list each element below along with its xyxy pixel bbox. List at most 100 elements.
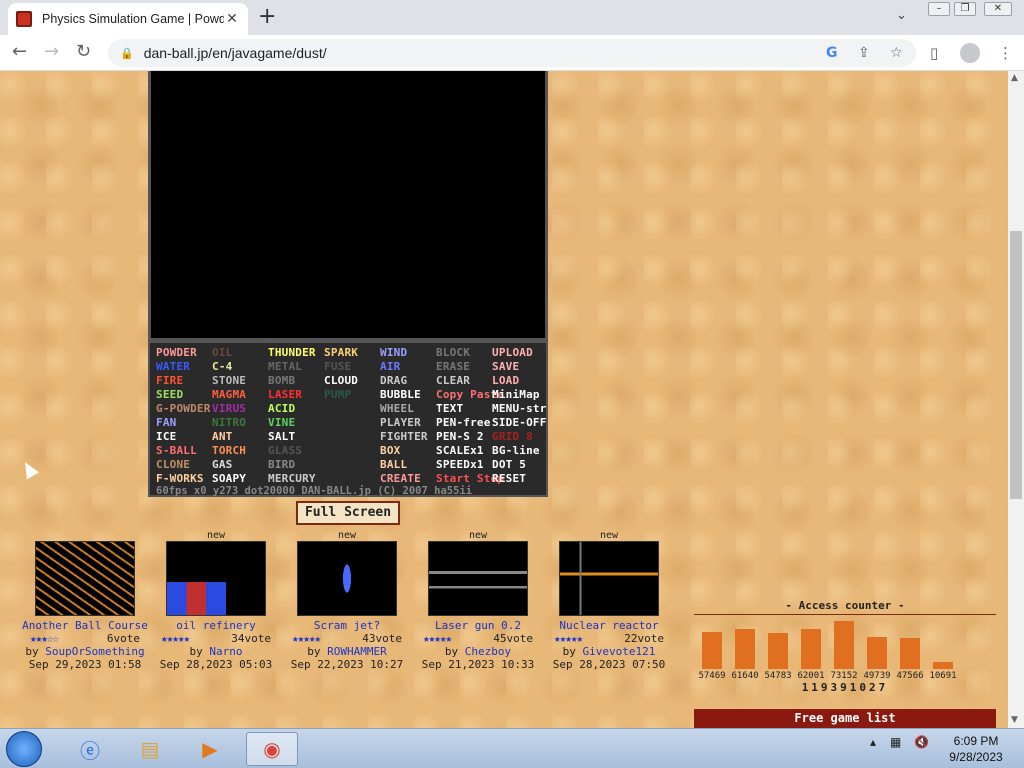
menu-item-bomb[interactable]: BOMB [268,374,295,387]
scroll-up-icon[interactable]: ▲ [1011,73,1018,83]
game-title-link[interactable]: Scram jet? [282,619,412,632]
menu-item-bird[interactable]: BIRD [268,458,295,471]
menu-item-metal[interactable]: METAL [268,360,302,373]
menu-item-block[interactable]: BLOCK [436,346,470,359]
menu-item-fuse[interactable]: FUSE [324,360,351,373]
menu-item-torch[interactable]: TORCH [212,444,246,457]
menu-kebab-icon[interactable]: ⋮ [998,44,1013,62]
close-tab-icon[interactable]: ✕ [224,11,240,27]
menu-item-wind[interactable]: WIND [380,346,407,359]
menu-item-virus[interactable]: VIRUS [212,402,246,415]
menu-item-c-4[interactable]: C-4 [212,360,232,373]
menu-item-fan[interactable]: FAN [156,416,176,429]
file-explorer-icon[interactable]: ▤ [124,732,176,766]
game-title-link[interactable]: Laser gun 0.2 [413,619,543,632]
menu-item-clone[interactable]: CLONE [156,458,190,471]
game-card[interactable]: new Scram jet? ★★★★★ 43vote by ROWHAMMER Sep … [282,531,412,672]
author-link[interactable]: ROWHAMMER [327,645,387,658]
menu-item-thunder[interactable]: THUNDER [268,346,316,359]
game-card[interactable]: new oil refinery ★★★★★ 34vote by Narno Sep 28… [151,531,281,672]
game-thumbnail[interactable] [297,541,397,616]
menu-item-menu-str[interactable]: MENU-str [492,402,547,415]
menu-item-side-off[interactable]: SIDE-OFF [492,416,547,429]
menu-item-g-powder[interactable]: G-POWDER [156,402,211,415]
menu-item-ice[interactable]: ICE [156,430,176,443]
menu-item-acid[interactable]: ACID [268,402,295,415]
browser-tab[interactable]: Physics Simulation Game | Powde ✕ [8,3,248,35]
minimize-icon[interactable]: – [928,2,950,16]
menu-item-gas[interactable]: GAS [212,458,232,471]
rating-stars-icon[interactable]: ★★★★★ [423,632,452,645]
menu-item-box[interactable]: BOX [380,444,400,457]
rating-stars-icon[interactable]: ★★★★★ [554,632,583,645]
menu-item-pen-s-2[interactable]: PEN-S 2 [436,430,484,443]
menu-item-ant[interactable]: ANT [212,430,232,443]
chrome-icon[interactable]: ◉ [246,732,298,766]
game-thumbnail[interactable] [35,541,135,616]
game-thumbnail[interactable] [559,541,659,616]
new-tab-icon[interactable]: + [258,6,276,28]
menu-item-load[interactable]: LOAD [492,374,519,387]
fullscreen-button[interactable]: Full Screen [296,501,400,525]
menu-item-s-ball[interactable]: S-BALL [156,444,197,457]
scrollbar-thumb[interactable] [1010,231,1022,499]
game-card[interactable]: new Laser gun 0.2 ★★★★★ 45vote by Chezboy Sep… [413,531,543,672]
author-link[interactable]: Givevote121 [583,645,656,658]
menu-item-oil[interactable]: OIL [212,346,232,359]
menu-item-magma[interactable]: MAGMA [212,388,246,401]
menu-item-grid-8[interactable]: GRID 8 [492,430,533,443]
game-canvas[interactable] [148,71,548,341]
start-button[interactable] [6,731,42,767]
back-icon[interactable]: ← [12,42,27,62]
profile-avatar-icon[interactable] [960,43,980,63]
menu-item-mercury[interactable]: MERCURY [268,472,316,485]
rating-stars-icon[interactable]: ★★★★★ [161,632,190,645]
menu-item-cloud[interactable]: CLOUD [324,374,358,387]
media-player-icon[interactable]: ▶ [184,732,236,766]
author-link[interactable]: SoupOrSomething [45,645,144,658]
side-panel-icon[interactable]: ▯ [930,44,938,62]
game-title-link[interactable]: Nuclear reactor [544,619,674,632]
page-scrollbar[interactable]: ▲ ▼ [1008,71,1024,728]
menu-item-seed[interactable]: SEED [156,388,183,401]
game-thumbnail[interactable] [428,541,528,616]
game-title-link[interactable]: Another Ball Course [20,619,150,632]
author-link[interactable]: Chezboy [465,645,511,658]
tab-search-chevron-icon[interactable]: ⌄ [896,8,907,23]
forward-icon[interactable]: → [44,42,59,62]
menu-item-soapy[interactable]: SOAPY [212,472,246,485]
menu-item-scalex1[interactable]: SCALEx1 [436,444,484,457]
menu-item-vine[interactable]: VINE [268,416,295,429]
menu-item-text[interactable]: TEXT [436,402,463,415]
menu-item-fighter[interactable]: FIGHTER [380,430,428,443]
game-card[interactable]: Another Ball Course ★★★☆☆ 6vote by SoupOrSo… [20,531,150,671]
menu-item-upload[interactable]: UPLOAD [492,346,533,359]
menu-item-air[interactable]: AIR [380,360,400,373]
menu-item-pen-free[interactable]: PEN-free [436,416,491,429]
menu-item-drag[interactable]: DRAG [380,374,407,387]
menu-item-stone[interactable]: STONE [212,374,246,387]
menu-item-fire[interactable]: FIRE [156,374,183,387]
menu-item-reset[interactable]: RESET [492,472,526,485]
show-hidden-icons-icon[interactable]: ▴ [870,735,876,749]
network-icon[interactable]: ▦ [890,735,901,749]
bookmark-star-icon[interactable]: ☆ [890,45,903,61]
menu-item-wheel[interactable]: WHEEL [380,402,414,415]
scroll-down-icon[interactable]: ▼ [1011,715,1018,725]
reload-icon[interactable]: ↻ [76,42,91,62]
menu-item-bg-line[interactable]: BG-line [492,444,540,457]
menu-item-clear[interactable]: CLEAR [436,374,470,387]
restore-icon[interactable]: ❐ [954,2,976,16]
window-close-icon[interactable]: ✕ [984,2,1012,16]
author-link[interactable]: Narno [209,645,242,658]
share-icon[interactable]: ⇪ [858,45,870,61]
game-title-link[interactable]: oil refinery [151,619,281,632]
menu-item-save[interactable]: SAVE [492,360,519,373]
volume-muted-icon[interactable]: 🔇 [914,735,929,749]
internet-explorer-icon[interactable]: ⓔ [64,732,116,766]
menu-item-glass[interactable]: GLASS [268,444,302,457]
menu-item-pump[interactable]: PUMP [324,388,351,401]
rating-stars-icon[interactable]: ★★★☆☆ [30,632,59,645]
menu-item-salt[interactable]: SALT [268,430,295,443]
menu-item-player[interactable]: PLAYER [380,416,421,429]
